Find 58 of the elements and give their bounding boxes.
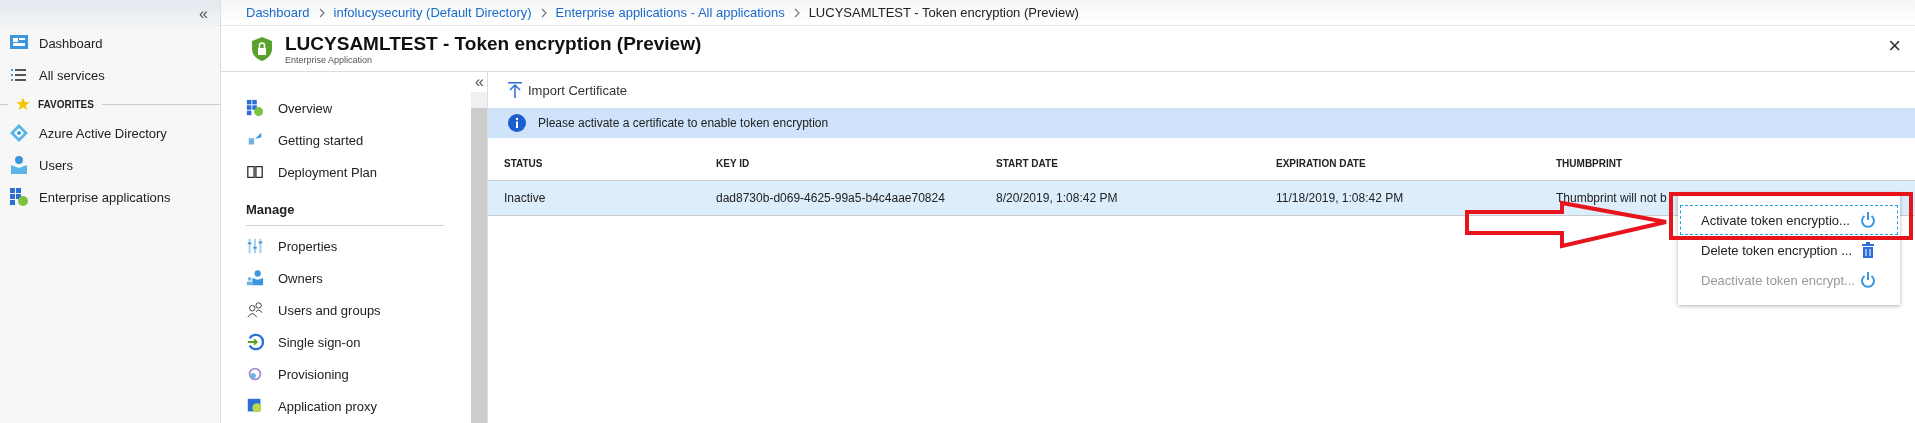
scrollbar[interactable] xyxy=(471,92,487,423)
diamond-icon xyxy=(9,123,29,143)
book-icon xyxy=(246,163,264,181)
nav-item[interactable]: Getting started xyxy=(221,124,471,156)
column-header: KEY ID xyxy=(700,146,980,181)
table-row[interactable]: Inactive dad8730b-d069-4625-99a5-b4c4aae70824 8/20/2019, 1:08:42 PM 11/18/2019, 1:08:42 PM Thumbprint will not b xyxy=(488,180,1915,216)
nav-item[interactable]: Overview xyxy=(221,92,471,124)
nav-item[interactable]: Properties xyxy=(221,230,471,262)
breadcrumb-current: LUCYSAMLTEST - Token encryption (Preview) xyxy=(808,5,1079,20)
breadcrumb-link[interactable]: Enterprise applications - All applications xyxy=(555,5,785,20)
close-button[interactable]: × xyxy=(1882,32,1907,60)
power-icon xyxy=(1859,271,1877,289)
user-icon xyxy=(9,155,29,175)
sidebar-item[interactable]: Enterprise applications xyxy=(0,181,220,213)
nav-item[interactable]: Users and groups xyxy=(221,294,471,326)
sidebar-item[interactable]: Users xyxy=(0,149,220,181)
chevron-icon xyxy=(792,7,801,18)
breadcrumb-link[interactable]: Dashboard xyxy=(246,5,310,20)
chevron-icon xyxy=(317,7,326,18)
users-icon xyxy=(246,301,264,319)
collapse-button[interactable]: « xyxy=(195,5,212,22)
table-cell: 8/20/2019, 1:08:42 PM xyxy=(996,191,1118,205)
column-header: THUMBPRINT xyxy=(1540,146,1915,181)
info-icon xyxy=(508,114,526,132)
menu-item[interactable]: Delete token encryption ... xyxy=(1680,235,1898,265)
column-header: START DATE xyxy=(980,146,1260,181)
menu-item[interactable]: Activate token encryptio... xyxy=(1680,205,1898,235)
sidebar-item[interactable]: All services xyxy=(0,59,220,91)
breadcrumb-link[interactable]: infolucysecurity (Default Directory) xyxy=(333,5,532,20)
blade-subtitle: Enterprise Application xyxy=(285,54,374,65)
table-cell: 11/18/2019, 1:08:42 PM xyxy=(1276,191,1404,205)
sign-in-icon xyxy=(246,333,264,351)
nav-item[interactable]: Owners xyxy=(221,262,471,294)
power-icon xyxy=(1859,211,1877,229)
collapse-button[interactable]: « xyxy=(471,72,487,92)
nav-item[interactable]: Application proxy xyxy=(221,390,471,422)
nav-item[interactable]: Provisioning xyxy=(221,358,471,390)
table-cell: dad8730b-d069-4625-99a5-b4c4aae70824 xyxy=(716,191,945,205)
people-icon xyxy=(246,269,264,287)
shield-lock-icon xyxy=(251,35,273,62)
import-button[interactable]: Import Certificate xyxy=(508,82,627,98)
upload-icon xyxy=(508,82,522,98)
column-header: STATUS xyxy=(488,146,700,181)
table-cell: Inactive xyxy=(504,191,546,205)
info-message: Please activate a certificate to enable token encryption xyxy=(538,116,829,130)
star-icon xyxy=(16,97,30,111)
section-header: FAVORITES xyxy=(38,98,94,110)
sidebar-item[interactable]: Dashboard xyxy=(0,27,220,59)
column-header: EXPIRATION DATE xyxy=(1260,146,1540,181)
trash-icon xyxy=(1859,241,1877,259)
blade-title: LUCYSAMLTEST - Token encryption (Preview) xyxy=(285,32,702,55)
sliders-icon xyxy=(246,237,264,255)
sidebar-item[interactable]: Azure Active Directory xyxy=(0,117,220,149)
section-header: Manage xyxy=(246,202,444,226)
table-cell: Thumbprint will not b xyxy=(1556,191,1667,205)
chevron-icon xyxy=(539,7,548,18)
nav-item[interactable]: Single sign-on xyxy=(221,326,471,358)
nav-item[interactable]: Deployment Plan xyxy=(221,156,471,188)
